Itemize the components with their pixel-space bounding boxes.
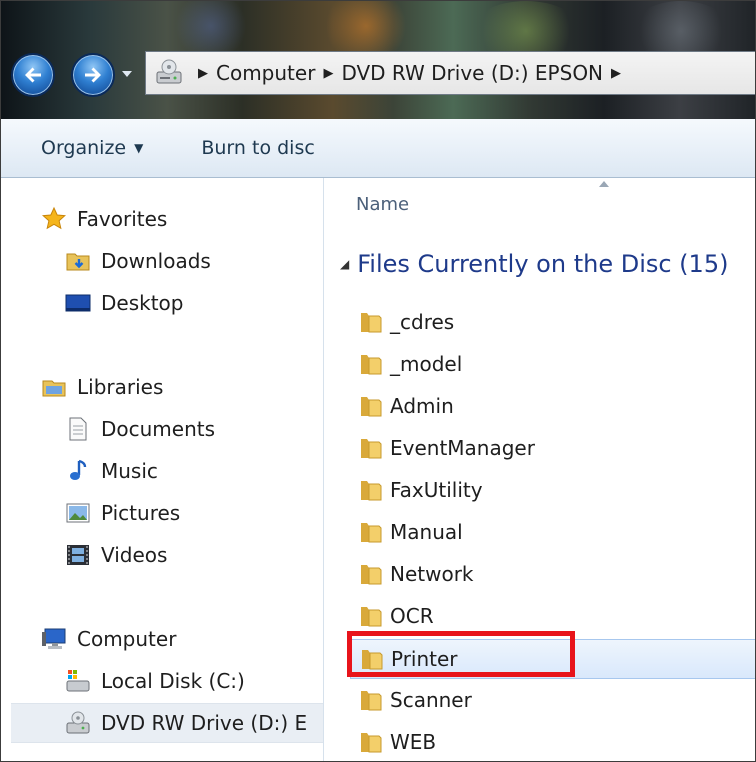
document-icon [65,416,91,442]
forward-arrow-icon [85,67,101,83]
sidebar-item-label: Libraries [77,375,164,399]
local-disk-icon [65,668,91,694]
sidebar-item-label: Favorites [77,207,168,231]
title-bar: ▶ Computer ▶ DVD RW Drive (D:) EPSON ▶ [1,1,755,119]
list-item-folder-selected[interactable]: Printer [350,639,755,679]
picture-icon [65,500,91,526]
list-item-folder[interactable]: _cdres [358,304,755,340]
file-name: Network [390,562,474,586]
list-item-folder[interactable]: Scanner [358,682,755,718]
sidebar-item-local-disk[interactable]: Local Disk (C:) [65,662,245,700]
command-bar: Organize ▼ Burn to disc [1,119,755,178]
desktop-icon [65,290,91,316]
aero-glass-decoration [171,1,251,56]
folder-icon [358,729,384,755]
sidebar-item-desktop[interactable]: Desktop [65,284,183,322]
chevron-down-icon: ▼ [134,141,144,155]
group-header[interactable]: ◢ Files Currently on the Disc (15) [340,250,728,278]
sidebar-item-label: DVD RW Drive (D:) E [101,711,308,735]
sidebar-item-label: Desktop [101,291,184,315]
folder-icon [358,393,384,419]
chevron-right-icon[interactable]: ▶ [323,66,333,81]
folder-icon [358,603,384,629]
navigation-pane: Favorites Downloads Desktop Libraries Do… [1,178,324,761]
organize-button[interactable]: Organize ▼ [41,137,143,159]
list-item-folder[interactable]: FaxUtility [358,472,755,508]
back-arrow-icon [25,67,41,83]
list-item-folder[interactable]: _model [358,346,755,382]
chevron-right-icon[interactable]: ▶ [198,66,208,81]
forward-button[interactable] [71,53,115,97]
folder-icon [358,477,384,503]
file-name: FaxUtility [390,478,483,502]
folder-icon [358,351,384,377]
address-bar[interactable]: ▶ Computer ▶ DVD RW Drive (D:) EPSON ▶ [145,51,755,95]
sidebar-item-label: Music [101,459,158,483]
breadcrumb-dvd-drive[interactable]: DVD RW Drive (D:) EPSON [341,61,603,85]
list-item-folder[interactable]: Manual [358,514,755,550]
sidebar-item-documents[interactable]: Documents [65,410,215,448]
list-item-folder[interactable]: WEB [358,724,755,760]
sidebar-item-libraries[interactable]: Libraries [41,368,163,406]
music-note-icon [65,458,91,484]
file-name: OCR [390,604,434,628]
list-item-folder[interactable]: Network [358,556,755,592]
list-item-folder[interactable]: EventManager [358,430,755,466]
sidebar-item-label: Pictures [101,501,181,525]
sidebar-item-pictures[interactable]: Pictures [65,494,180,532]
chevron-right-icon[interactable]: ▶ [611,66,621,81]
group-title: Files Currently on the Disc (15) [357,250,729,278]
sidebar-item-label: Local Disk (C:) [101,669,245,693]
back-button[interactable] [11,53,55,97]
sidebar-item-label: Downloads [101,249,211,273]
list-item-folder[interactable]: OCR [358,598,755,634]
dvd-drive-icon [65,710,91,736]
list-item-folder[interactable]: Admin [358,388,755,424]
folder-icon [359,646,385,672]
file-name: _cdres [390,310,455,334]
sort-ascending-icon [599,181,609,187]
explorer-window: ▶ Computer ▶ DVD RW Drive (D:) EPSON ▶ O… [0,0,756,762]
file-name: _model [390,352,463,376]
sidebar-item-downloads[interactable]: Downloads [65,242,211,280]
file-name: Admin [390,394,454,418]
collapse-triangle-icon[interactable]: ◢ [340,257,349,271]
folder-icon [358,561,384,587]
file-name: Manual [390,520,463,544]
file-list-pane: Name ◢ Files Currently on the Disc (15) … [324,178,755,761]
folder-icon [358,519,384,545]
folder-icon [358,435,384,461]
burn-to-disc-button[interactable]: Burn to disc [201,137,314,159]
sidebar-item-label: Documents [101,417,216,441]
sidebar-item-label: Computer [77,627,177,651]
film-icon [65,542,91,568]
sidebar-item-favorites[interactable]: Favorites [41,200,167,238]
star-icon [41,206,67,232]
folder-icon [358,309,384,335]
sidebar-item-label: Videos [101,543,168,567]
file-name: Printer [391,647,458,671]
sidebar-item-music[interactable]: Music [65,452,158,490]
file-name: EventManager [390,436,535,460]
organize-label: Organize [41,137,127,159]
sidebar-item-dvd-drive[interactable]: DVD RW Drive (D:) E [11,703,323,743]
column-header-name[interactable]: Name [356,194,409,215]
sidebar-item-videos[interactable]: Videos [65,536,167,574]
dvd-drive-icon [156,59,182,84]
chevron-down-icon[interactable] [119,67,135,81]
downloads-folder-icon [65,248,91,274]
libraries-icon [41,374,67,400]
computer-icon [41,626,67,652]
sidebar-item-computer[interactable]: Computer [41,620,176,658]
file-name: Scanner [390,688,472,712]
folder-icon [358,687,384,713]
breadcrumb-computer[interactable]: Computer [216,61,315,85]
file-name: WEB [390,730,437,754]
